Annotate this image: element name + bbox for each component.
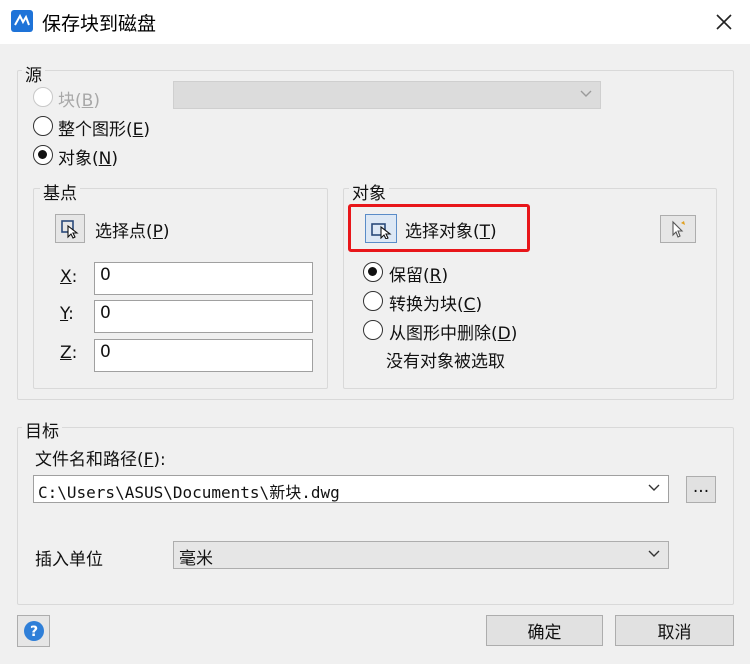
select-objects-icon [371,222,392,239]
whole-drawing-radio[interactable] [33,116,53,136]
filename-value: C:\Users\ASUS\Documents\新块.dwg [38,483,340,502]
quick-select-button[interactable] [660,215,696,243]
insert-units-label: 插入单位 [35,550,103,570]
help-icon: ? [23,621,44,641]
close-icon[interactable] [706,4,742,40]
block-radio[interactable] [33,87,53,107]
app-logo-icon [11,10,33,32]
z-input[interactable]: 0 [94,339,313,372]
filename-combo[interactable]: C:\Users\ASUS\Documents\新块.dwg [33,475,669,503]
z-label: Z: [60,343,78,363]
title-bar: 保存块到磁盘 [0,0,750,44]
x-input[interactable]: 0 [94,262,313,295]
quick-select-icon [672,220,685,238]
objects-legend: 对象 [349,179,389,204]
target-legend: 目标 [22,417,62,442]
browse-button[interactable]: ... [686,476,716,503]
ok-button[interactable]: 确定 [486,615,603,646]
insert-units-value: 毫米 [179,549,213,569]
select-objects-label[interactable]: 选择对象(T) [405,217,497,242]
window-title: 保存块到磁盘 [42,13,157,35]
svg-text:?: ? [29,624,37,640]
insert-units-select[interactable]: 毫米 [173,541,669,569]
selection-status: 没有对象被选取 [386,352,505,372]
block-radio-label: 块(B) [58,91,100,111]
delete-from-drawing-radio[interactable] [363,320,383,340]
y-label: Y: [60,304,74,324]
select-objects-button[interactable] [365,214,397,243]
pick-point-icon [61,219,79,239]
objects-radio[interactable] [33,145,53,165]
x-label: X: [60,267,78,287]
block-select[interactable] [173,81,601,109]
chevron-down-icon [580,90,592,97]
convert-to-block-radio[interactable] [363,291,383,311]
pick-point-button[interactable] [55,214,85,243]
pick-point-label[interactable]: 选择点(P) [95,217,170,242]
convert-to-block-label: 转换为块(C) [389,295,483,315]
retain-radio[interactable] [363,262,383,282]
whole-drawing-label: 整个图形(E) [58,120,151,140]
help-button[interactable]: ? [17,615,50,647]
chevron-down-icon [648,484,660,491]
base-point-legend: 基点 [40,179,80,204]
source-legend: 源 [22,61,45,86]
cancel-button[interactable]: 取消 [615,615,734,646]
filename-label: 文件名和路径(F): [35,450,166,470]
chevron-down-icon [648,550,660,557]
retain-label: 保留(R) [389,266,449,286]
delete-from-drawing-label: 从图形中删除(D) [389,324,518,344]
y-input[interactable]: 0 [94,300,313,333]
objects-radio-label: 对象(N) [58,149,118,169]
